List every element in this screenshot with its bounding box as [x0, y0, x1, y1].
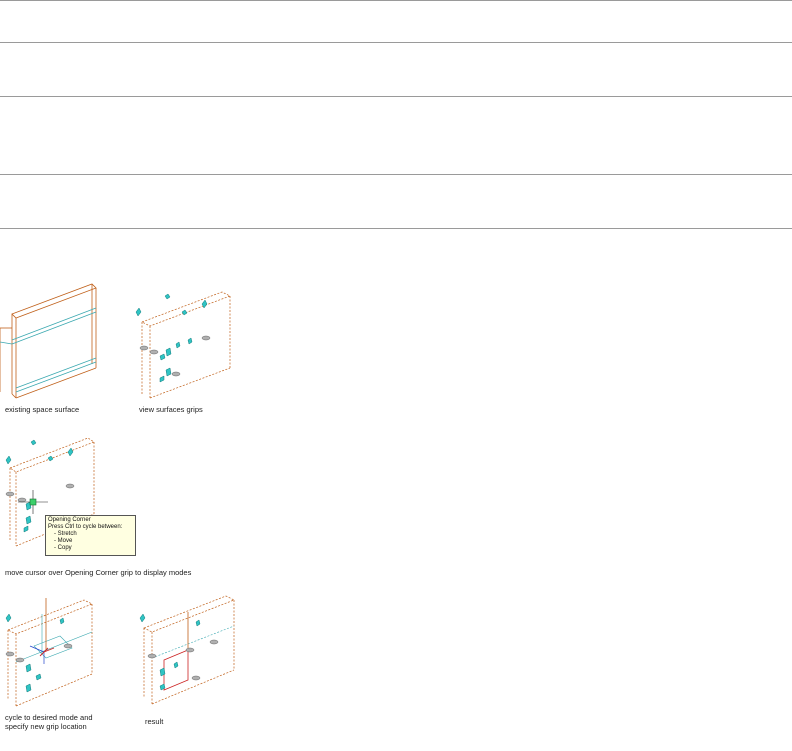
- caption-opening-corner-modes: move cursor over Opening Corner grip to …: [5, 568, 192, 577]
- caption-view-surfaces-grips: view surfaces grips: [139, 405, 203, 414]
- tooltip-option-move: - Move: [54, 538, 73, 544]
- panel-result: [130, 590, 240, 710]
- opening-corner-tooltip: Opening Corner Press Ctrl to cycle betwe…: [45, 515, 136, 556]
- panel-view-surfaces-grips: [130, 282, 240, 402]
- table-rule-4: [0, 174, 792, 175]
- panel-cycle-mode: [0, 590, 110, 710]
- tooltip-option-copy: - Copy: [54, 545, 72, 551]
- tooltip-subtitle: Press Ctrl to cycle between:: [48, 524, 123, 530]
- caption-existing-space-surface: existing space surface: [5, 405, 80, 414]
- table-rule-5: [0, 228, 792, 229]
- caption-result: result: [145, 717, 164, 726]
- panel-existing-space-surface: [0, 282, 100, 402]
- tooltip-title: Opening Corner: [48, 517, 91, 523]
- table-rule-3: [0, 96, 792, 97]
- tooltip-option-stretch: - Stretch: [54, 531, 77, 537]
- cycle-mode-illustration: [5, 598, 93, 707]
- table-rule-2: [0, 42, 792, 43]
- result-illustration: [139, 595, 235, 705]
- wall-surface-illustration: [0, 283, 97, 399]
- grips-illustration: [135, 291, 231, 399]
- caption-cycle-mode: cycle to desired mode and specify new gr…: [5, 713, 93, 731]
- table-rule-1: [0, 0, 792, 1]
